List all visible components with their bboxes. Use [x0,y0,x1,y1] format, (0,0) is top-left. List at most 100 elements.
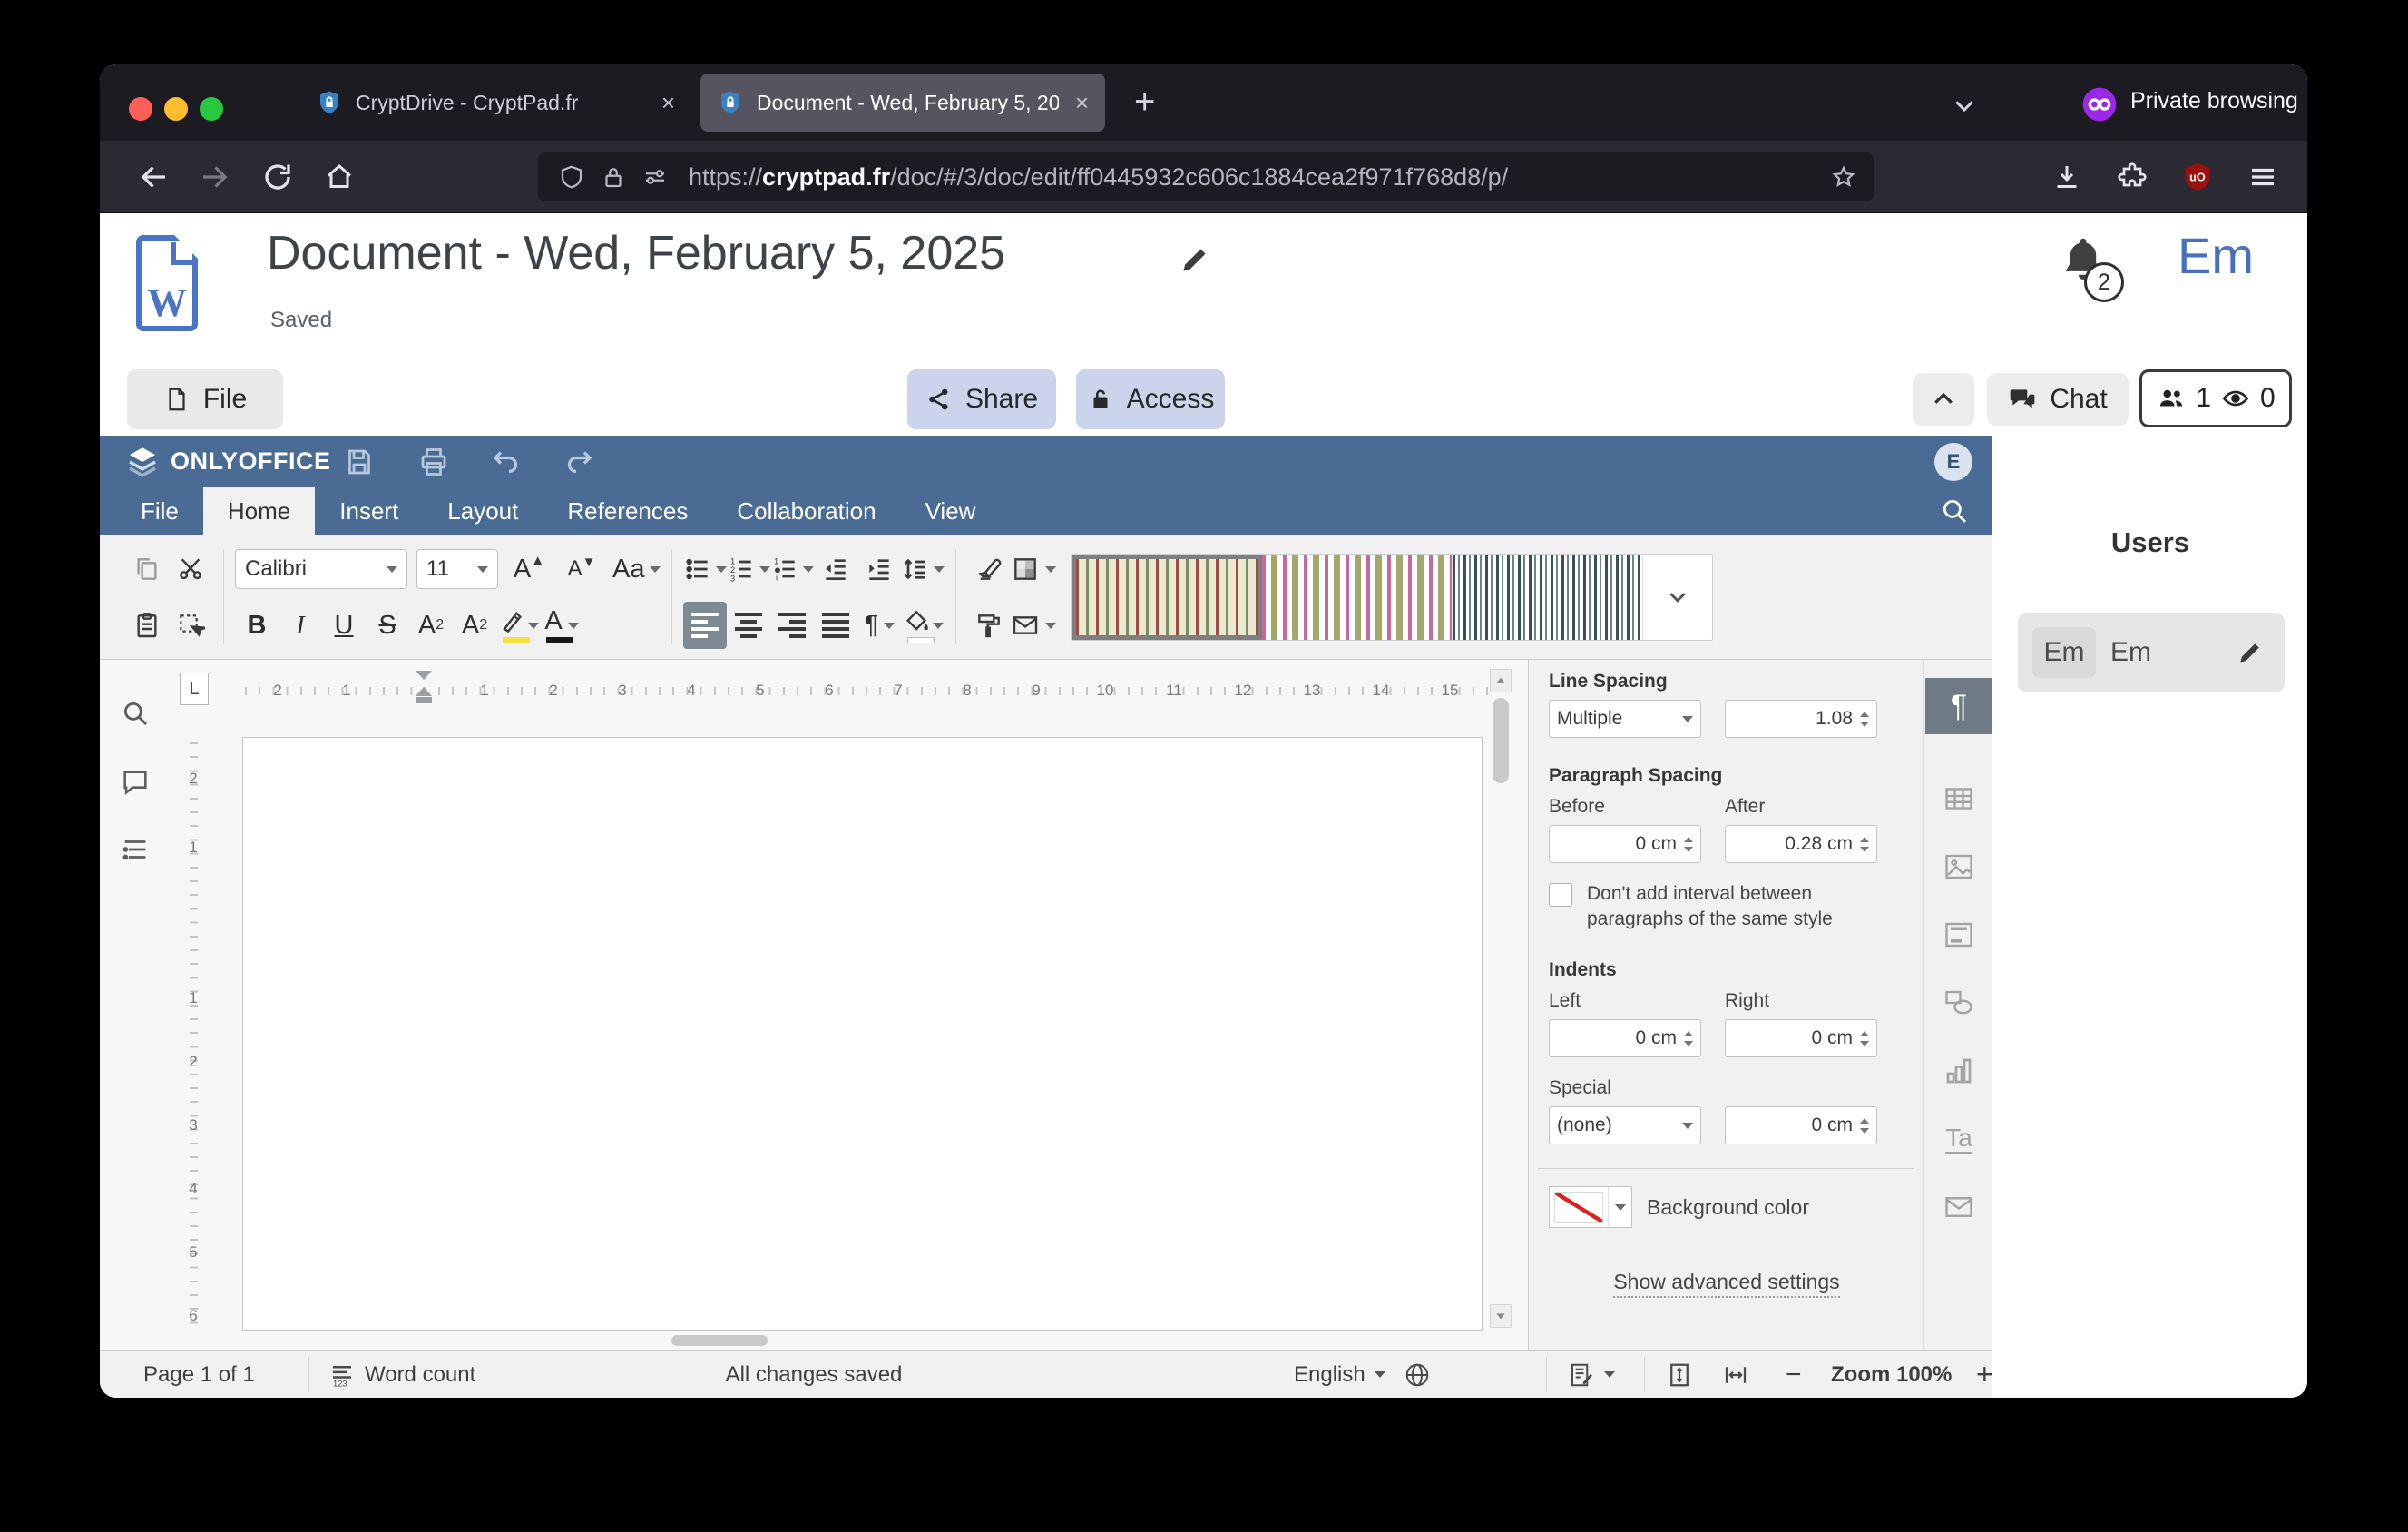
connection-lock-icon[interactable] [600,163,627,191]
numbered-list-button[interactable]: 123 [727,545,770,593]
select-all-button[interactable] [169,602,212,649]
browser-tab-cryptdrive[interactable]: CryptDrive - CryptPad.fr × [299,74,691,132]
line-spacing-button[interactable] [901,545,945,593]
bookmark-star-icon[interactable] [1830,163,1857,191]
ublock-origin-button[interactable]: uO [2181,161,2214,193]
document-title[interactable]: Document - Wed, February 5, 2025 [267,226,1005,280]
increase-indent-button[interactable] [857,545,901,593]
collapse-toolbar-button[interactable] [1913,373,1974,426]
url-text[interactable]: https://cryptpad.fr/doc/#/3/doc/edit/ff0… [689,163,1508,192]
tab-close-icon[interactable]: × [645,89,691,117]
paragraph-settings-tab[interactable]: ¶ [1925,678,1992,734]
participants-indicator[interactable]: 1 0 [2139,369,2292,427]
table-settings-tab[interactable] [1925,771,1992,827]
horizontal-scroll-thumb[interactable] [671,1335,768,1346]
indent-left-input[interactable]: 0 cm [1549,1019,1701,1057]
font-name-select[interactable]: Calibri [235,549,407,589]
menu-tab-references[interactable]: References [543,487,712,535]
strikeout-button[interactable]: S [366,602,409,649]
clear-style-button[interactable] [967,545,1011,593]
vertical-scrollbar[interactable] [1490,669,1512,1348]
shape-settings-tab[interactable] [1925,975,1992,1031]
undo-icon[interactable] [490,446,523,478]
macos-minimize-button[interactable] [164,97,188,121]
document-page[interactable] [242,737,1483,1331]
zoom-in-button[interactable]: + [1976,1351,1993,1398]
zoom-out-button[interactable]: − [1786,1351,1802,1398]
background-color-picker[interactable] [1549,1186,1632,1228]
tab-stop-selector[interactable]: L [180,673,209,705]
browser-tab-document[interactable]: Document - Wed, February 5, 2025 × [700,74,1105,132]
comments-icon[interactable] [120,767,151,798]
macos-close-button[interactable] [129,97,152,121]
edit-name-pencil-icon[interactable] [2236,638,2265,667]
mail-merge-settings-tab[interactable] [1925,1179,1992,1235]
print-icon[interactable] [417,446,450,478]
tab-close-icon[interactable]: × [1059,89,1105,117]
back-button[interactable] [138,161,171,193]
font-color-button[interactable]: A [540,602,583,649]
header-footer-settings-tab[interactable] [1925,907,1992,963]
fit-width-button[interactable] [1722,1351,1749,1398]
permissions-sliders-icon[interactable] [641,163,669,191]
menu-tab-view[interactable]: View [901,487,1001,535]
spell-checking-button[interactable] [1568,1351,1615,1398]
menu-tab-insert[interactable]: Insert [315,487,423,535]
change-case-button[interactable]: Aa [612,545,661,593]
find-icon[interactable] [120,698,151,729]
url-bar[interactable]: https://cryptpad.fr/doc/#/3/doc/edit/ff0… [538,152,1874,201]
decrease-font-size-button[interactable]: A▼ [560,545,603,593]
show-advanced-settings-link[interactable]: Show advanced settings [1529,1270,1924,1294]
extensions-puzzle-button[interactable] [2116,161,2149,193]
scroll-down-button[interactable] [1490,1304,1512,1328]
vertical-ruler[interactable] [180,737,207,1331]
spacing-before-input[interactable]: 0 cm [1549,825,1701,863]
table-shading-button[interactable] [1011,545,1056,593]
tracking-protection-shield-icon[interactable] [558,163,585,191]
font-size-select[interactable]: 11 [416,549,498,589]
no-interval-checkbox[interactable] [1549,883,1572,907]
editor-search-icon[interactable] [1939,496,1970,526]
text-art-settings-tab[interactable]: Ta [1925,1111,1992,1167]
downloads-button[interactable] [2051,161,2083,193]
chart-settings-tab[interactable] [1925,1043,1992,1099]
horizontal-ruler[interactable] [209,669,1515,712]
style-preview[interactable] [1262,555,1453,640]
paragraph-shading-button[interactable] [901,602,945,649]
account-menu-button[interactable]: Em [2178,226,2254,285]
superscript-button[interactable]: A2 [409,602,453,649]
bullet-list-button[interactable] [683,545,727,593]
editor-user-avatar[interactable]: E [1934,443,1972,481]
subscript-button[interactable]: A2 [453,602,496,649]
copy-style-button[interactable] [967,602,1011,649]
menu-tab-file[interactable]: File [116,487,203,535]
fit-page-button[interactable] [1666,1351,1693,1398]
highlight-color-button[interactable] [496,602,540,649]
access-button[interactable]: Access [1076,369,1225,429]
scroll-up-button[interactable] [1490,669,1512,692]
save-icon[interactable] [343,446,376,478]
image-settings-tab[interactable] [1925,839,1992,895]
indent-right-input[interactable]: 0 cm [1725,1019,1877,1057]
language-selector[interactable]: English [1294,1351,1431,1398]
mail-merge-button[interactable] [1011,602,1056,649]
line-spacing-value-input[interactable]: 1.08 [1725,700,1877,738]
style-preview-selected[interactable] [1072,555,1262,640]
user-list-item[interactable]: Em Em [2018,613,2285,692]
share-button[interactable]: Share [907,369,1056,429]
special-indent-select[interactable]: (none) [1549,1106,1701,1144]
style-gallery-expand-button[interactable] [1643,555,1712,640]
chat-button[interactable]: Chat [1987,373,2129,426]
forward-button[interactable] [198,161,230,193]
increase-font-size-button[interactable]: A▲ [507,545,551,593]
zoom-level-indicator[interactable]: Zoom 100% [1831,1351,1952,1398]
align-center-button[interactable] [727,602,770,649]
multilevel-list-button[interactable]: 1i [770,545,814,593]
home-button[interactable] [323,161,356,193]
cut-button[interactable] [169,545,212,593]
vertical-scroll-thumb[interactable] [1493,698,1509,783]
style-preview[interactable] [1453,555,1643,640]
bold-button[interactable]: B [235,602,279,649]
redo-icon[interactable] [563,446,595,478]
macos-zoom-button[interactable] [200,97,223,121]
